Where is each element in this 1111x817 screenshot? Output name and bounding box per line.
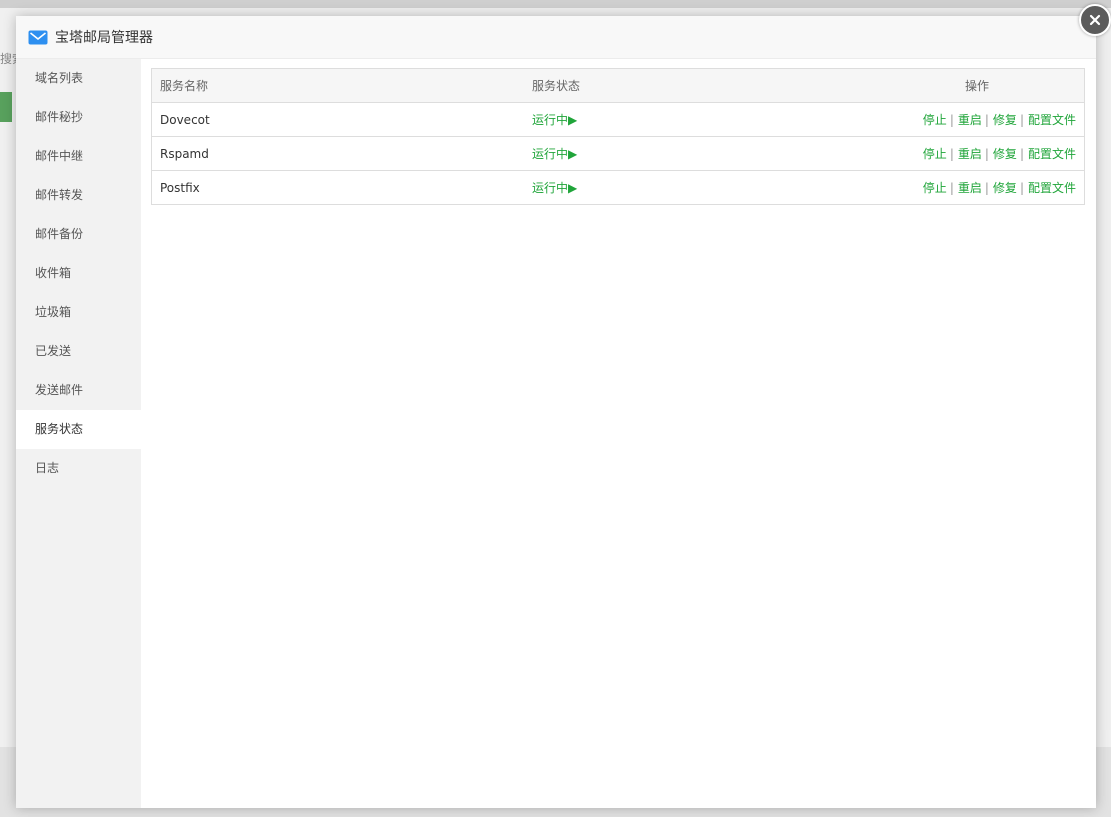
column-header-service-name: 服务名称 (151, 68, 524, 103)
restart-button[interactable]: 重启 (958, 147, 982, 161)
op-separator: | (949, 181, 954, 195)
op-separator: | (1019, 147, 1024, 161)
service-status-panel: 服务名称 服务状态 操作 Dovecot 运行中▶ 停止 | 重启 | 修复 | 配置文件 … (141, 59, 1096, 808)
dialog-title: 宝塔邮局管理器 (55, 30, 153, 46)
service-status: 运行中▶ (524, 102, 870, 137)
service-name: Dovecot (151, 102, 524, 137)
config-file-button[interactable]: 配置文件 (1028, 113, 1076, 127)
stop-button[interactable]: 停止 (923, 113, 947, 127)
table-row: Postfix 运行中▶ 停止 | 重启 | 修复 | 配置文件 (151, 170, 1085, 205)
config-file-button[interactable]: 配置文件 (1028, 147, 1076, 161)
sidebar-item-service-status[interactable]: 服务状态 (16, 410, 141, 449)
mail-icon (28, 30, 48, 45)
restart-button[interactable]: 重启 (958, 181, 982, 195)
op-separator: | (949, 113, 954, 127)
table-header-row: 服务名称 服务状态 操作 (151, 68, 1085, 103)
sidebar-item-sent[interactable]: 已发送 (16, 332, 141, 371)
service-name: Postfix (151, 170, 524, 205)
service-status: 运行中▶ (524, 170, 870, 205)
restart-button[interactable]: 重启 (958, 113, 982, 127)
service-operations: 停止 | 重启 | 修复 | 配置文件 (870, 102, 1085, 137)
sidebar-item-mail-backup[interactable]: 邮件备份 (16, 215, 141, 254)
mail-sidebar: 域名列表 邮件秘抄 邮件中继 邮件转发 邮件备份 收件箱 垃圾箱 已发送 发送邮… (16, 59, 141, 808)
op-separator: | (984, 181, 989, 195)
sidebar-item-logs[interactable]: 日志 (16, 449, 141, 488)
sidebar-item-mail-forward[interactable]: 邮件转发 (16, 176, 141, 215)
background-green-bar (0, 92, 12, 122)
op-separator: | (949, 147, 954, 161)
op-separator: | (1019, 181, 1024, 195)
background-right-edge (1095, 30, 1111, 730)
service-status: 运行中▶ (524, 136, 870, 171)
sidebar-item-domain-list[interactable]: 域名列表 (16, 59, 141, 98)
status-running-link[interactable]: 运行中▶ (532, 147, 577, 161)
sidebar-item-inbox[interactable]: 收件箱 (16, 254, 141, 293)
stop-button[interactable]: 停止 (923, 181, 947, 195)
repair-button[interactable]: 修复 (993, 147, 1017, 161)
op-separator: | (1019, 113, 1024, 127)
table-row: Dovecot 运行中▶ 停止 | 重启 | 修复 | 配置文件 (151, 102, 1085, 137)
service-name: Rspamd (151, 136, 524, 171)
op-separator: | (984, 113, 989, 127)
sidebar-item-mail-relay[interactable]: 邮件中继 (16, 137, 141, 176)
repair-button[interactable]: 修复 (993, 113, 1017, 127)
column-header-operations: 操作 (870, 68, 1085, 103)
background-topbar (0, 0, 1111, 8)
sidebar-item-spam[interactable]: 垃圾箱 (16, 293, 141, 332)
status-running-link[interactable]: 运行中▶ (532, 181, 577, 195)
close-icon (1089, 14, 1101, 26)
dialog-header: 宝塔邮局管理器 (16, 16, 1096, 59)
close-button[interactable] (1079, 4, 1111, 36)
stop-button[interactable]: 停止 (923, 147, 947, 161)
sidebar-item-send-mail[interactable]: 发送邮件 (16, 371, 141, 410)
status-running-link[interactable]: 运行中▶ (532, 113, 577, 127)
service-operations: 停止 | 重启 | 修复 | 配置文件 (870, 136, 1085, 171)
op-separator: | (984, 147, 989, 161)
sidebar-item-mail-bcc[interactable]: 邮件秘抄 (16, 98, 141, 137)
repair-button[interactable]: 修复 (993, 181, 1017, 195)
mail-manager-dialog: 宝塔邮局管理器 域名列表 邮件秘抄 邮件中继 邮件转发 邮件备份 收件箱 垃圾箱… (16, 16, 1096, 808)
config-file-button[interactable]: 配置文件 (1028, 181, 1076, 195)
service-operations: 停止 | 重启 | 修复 | 配置文件 (870, 170, 1085, 205)
table-row: Rspamd 运行中▶ 停止 | 重启 | 修复 | 配置文件 (151, 136, 1085, 171)
service-table: 服务名称 服务状态 操作 Dovecot 运行中▶ 停止 | 重启 | 修复 | 配置文件 … (151, 68, 1085, 205)
column-header-service-status: 服务状态 (524, 68, 870, 103)
